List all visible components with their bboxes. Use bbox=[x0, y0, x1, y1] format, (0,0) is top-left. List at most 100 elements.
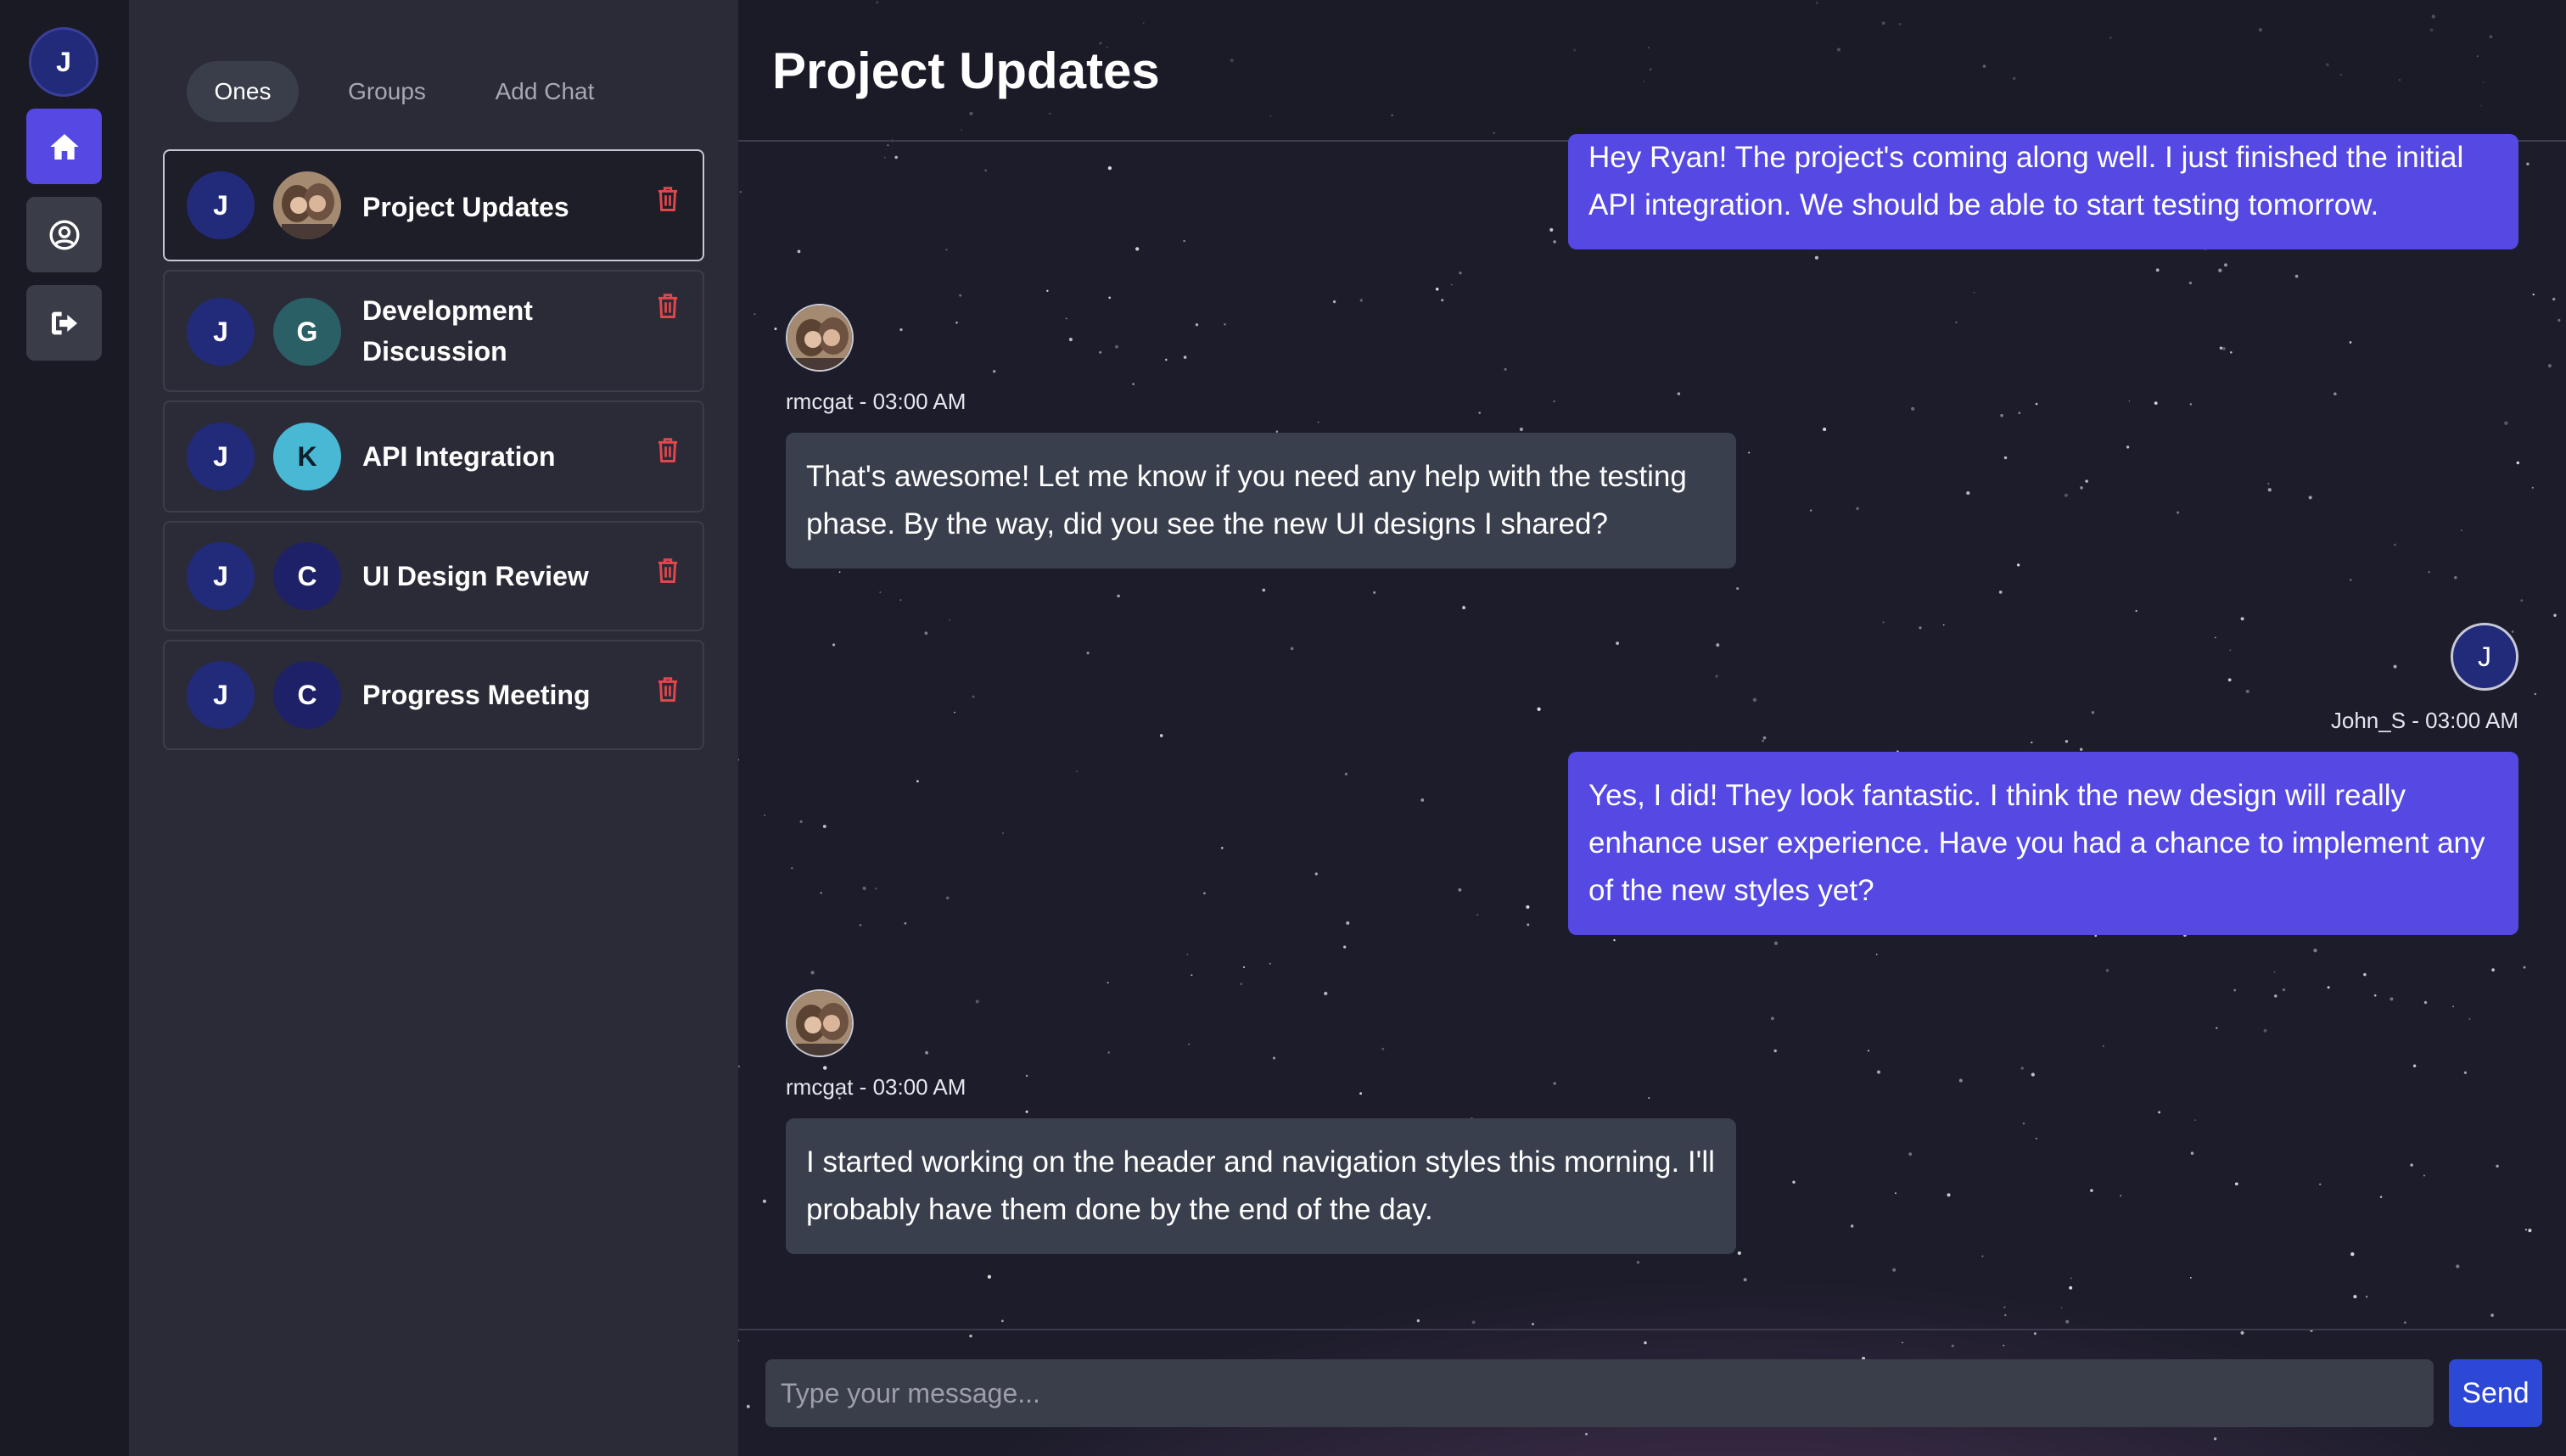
star bbox=[2194, 1119, 2196, 1121]
message-input[interactable] bbox=[765, 1359, 2434, 1427]
star bbox=[2531, 486, 2534, 489]
star bbox=[810, 971, 815, 975]
star bbox=[2033, 1332, 2037, 1336]
tab-groups[interactable]: Groups bbox=[317, 61, 457, 122]
trash-icon[interactable] bbox=[655, 292, 681, 319]
star bbox=[2126, 445, 2130, 449]
star bbox=[925, 1050, 929, 1055]
tab-ones[interactable]: Ones bbox=[187, 61, 299, 122]
star bbox=[2373, 994, 2377, 997]
star bbox=[1135, 247, 1140, 251]
star bbox=[1867, 1050, 1869, 1052]
star bbox=[2065, 740, 2069, 743]
star bbox=[1001, 1319, 1004, 1323]
star bbox=[1435, 288, 1439, 291]
star bbox=[2031, 741, 2033, 744]
star bbox=[2240, 1330, 2244, 1335]
star bbox=[2090, 1189, 2093, 1192]
star bbox=[2313, 949, 2317, 953]
trash-icon[interactable] bbox=[655, 557, 681, 584]
chat-item-project-updates[interactable]: J Project Updates bbox=[163, 149, 704, 261]
star bbox=[739, 190, 742, 193]
star bbox=[2350, 579, 2352, 581]
star bbox=[945, 896, 950, 900]
star bbox=[899, 599, 902, 602]
star bbox=[2085, 479, 2088, 483]
star bbox=[1195, 323, 1199, 327]
star bbox=[1519, 427, 1524, 432]
send-button[interactable]: Send bbox=[2449, 1359, 2542, 1427]
star bbox=[1644, 1341, 1647, 1345]
tab-add-chat[interactable]: Add Chat bbox=[468, 61, 621, 122]
chat-item-ui-design-review[interactable]: J C UI Design Review bbox=[163, 521, 704, 631]
trash-icon[interactable] bbox=[655, 675, 681, 703]
star bbox=[1553, 240, 1556, 244]
star bbox=[2035, 1137, 2037, 1140]
star bbox=[1381, 1047, 1385, 1050]
star bbox=[2219, 346, 2223, 350]
star bbox=[1344, 772, 1348, 776]
chat-item-development-discussion[interactable]: J G Development Discussion bbox=[163, 270, 704, 392]
star bbox=[874, 888, 877, 890]
star bbox=[2552, 297, 2556, 301]
star bbox=[1809, 509, 1812, 512]
star bbox=[1613, 938, 1616, 942]
star bbox=[904, 921, 907, 925]
user-avatar[interactable]: J bbox=[29, 27, 98, 97]
star bbox=[992, 369, 996, 373]
star bbox=[883, 156, 886, 159]
star bbox=[1636, 1260, 1640, 1264]
star bbox=[949, 619, 951, 621]
star bbox=[738, 1339, 740, 1342]
star bbox=[1902, 1341, 1903, 1344]
star bbox=[1762, 736, 1767, 740]
star bbox=[2496, 1164, 2499, 1168]
star bbox=[1850, 1224, 1854, 1228]
trash-icon[interactable] bbox=[655, 436, 681, 463]
star bbox=[2155, 268, 2160, 272]
star bbox=[822, 825, 826, 828]
star bbox=[2215, 636, 2216, 639]
star bbox=[2213, 1437, 2217, 1441]
star bbox=[2273, 971, 2276, 973]
message-bubble-incoming: I started working on the header and navi… bbox=[786, 1118, 1736, 1254]
star bbox=[2221, 346, 2226, 350]
star bbox=[1478, 412, 1482, 414]
star bbox=[1908, 1152, 1913, 1156]
star bbox=[2526, 162, 2530, 165]
star bbox=[2128, 400, 2131, 402]
star bbox=[1183, 239, 1185, 243]
star bbox=[1065, 317, 1067, 320]
star bbox=[2064, 493, 2068, 497]
star bbox=[2154, 401, 2158, 406]
star bbox=[2223, 263, 2228, 267]
star bbox=[1332, 300, 1336, 304]
star bbox=[1188, 1043, 1191, 1045]
profile-button[interactable] bbox=[26, 197, 102, 272]
home-button[interactable] bbox=[26, 109, 102, 184]
star bbox=[2353, 1295, 2357, 1299]
star bbox=[1823, 427, 1827, 432]
star bbox=[887, 144, 889, 146]
star bbox=[2003, 1306, 2006, 1308]
star bbox=[1471, 1320, 1476, 1324]
contact-avatar: C bbox=[273, 542, 341, 610]
logout-button[interactable] bbox=[26, 285, 102, 361]
star bbox=[2504, 421, 2508, 425]
star bbox=[2105, 968, 2109, 972]
chat-item-api-integration[interactable]: J K API Integration bbox=[163, 400, 704, 512]
star bbox=[2233, 988, 2237, 992]
star bbox=[2553, 613, 2557, 617]
star bbox=[1882, 621, 1885, 624]
contact-photo bbox=[786, 304, 854, 372]
star bbox=[2463, 1071, 2467, 1074]
icon-rail: J bbox=[0, 0, 129, 1456]
chat-item-progress-meeting[interactable]: J C Progress Meeting bbox=[163, 640, 704, 750]
trash-icon[interactable] bbox=[655, 185, 681, 212]
star bbox=[1942, 624, 1945, 626]
star bbox=[2189, 1276, 2192, 1279]
star bbox=[1324, 991, 1328, 996]
star bbox=[2229, 649, 2232, 652]
star bbox=[820, 892, 822, 894]
star bbox=[1875, 953, 1878, 955]
